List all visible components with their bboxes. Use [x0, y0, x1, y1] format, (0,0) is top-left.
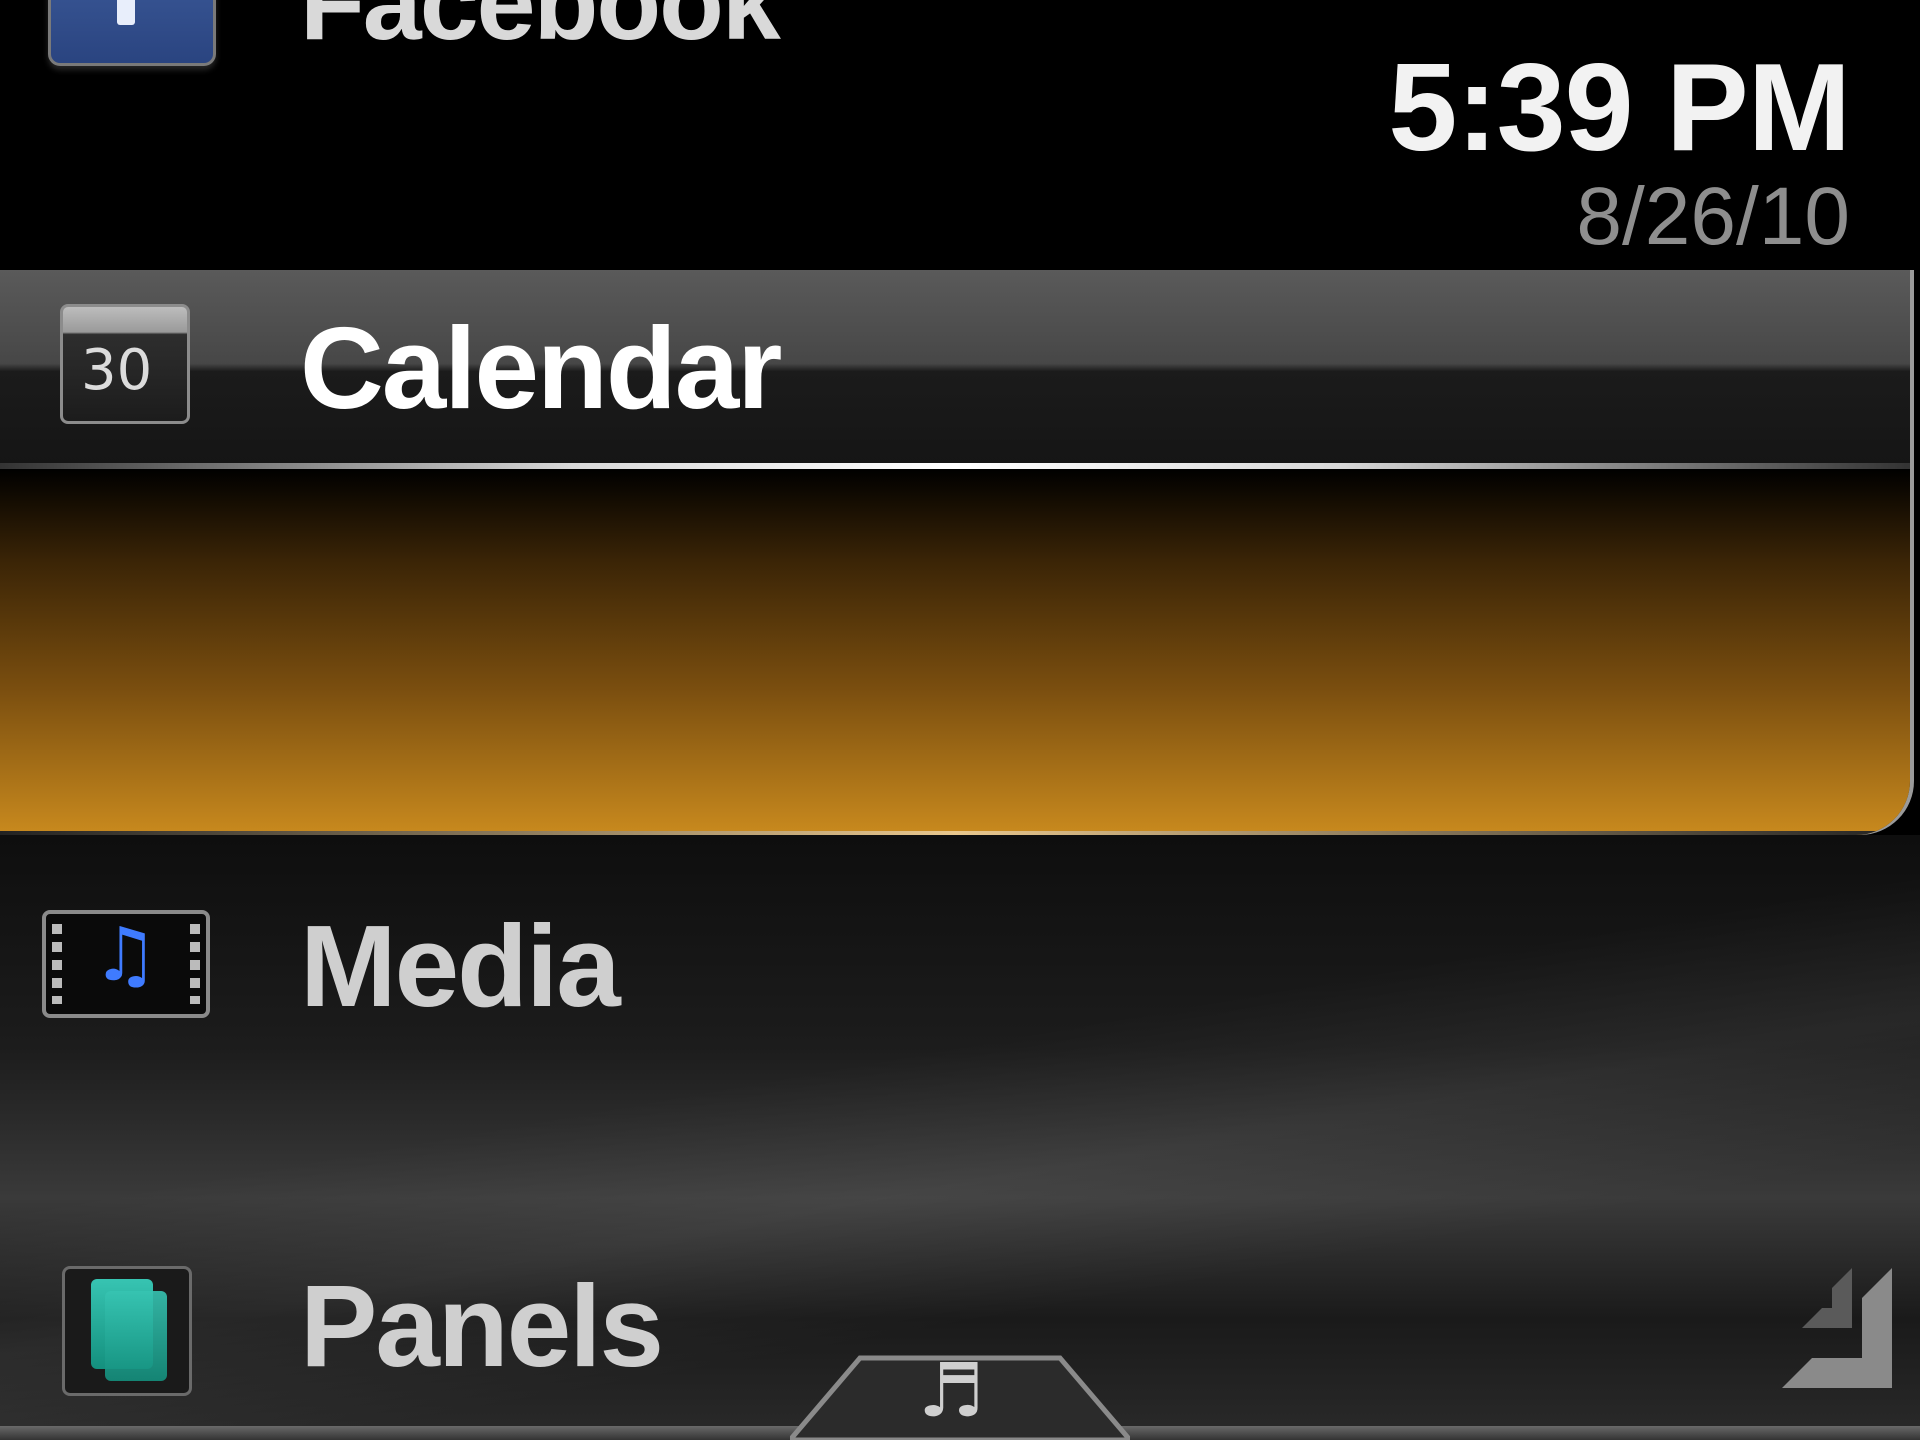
facebook-icon [48, 0, 216, 66]
music-note-icon: ♬ [918, 1348, 985, 1434]
menu-item-calendar[interactable]: 30 Calendar [0, 270, 1910, 835]
calendar-icon-day: 30 [81, 338, 153, 403]
home-screen: Facebook 5:39 PM 8/26/10 30 Calendar ♫ M… [0, 0, 1920, 1440]
menu-item-label: Facebook [300, 0, 781, 62]
menu-item-label: Calendar [300, 303, 782, 433]
expand-corner-icon[interactable] [1742, 1258, 1902, 1408]
clock-date: 8/26/10 [1576, 171, 1850, 262]
calendar-icon: 30 [60, 304, 190, 424]
menu-item-label: Panels [300, 1261, 664, 1391]
music-note-icon: ♫ [92, 912, 159, 998]
menu-item-label: Media [300, 901, 621, 1031]
clock-time: 5:39 PM [1388, 39, 1851, 177]
clock-widget: 5:39 PM 8/26/10 [1388, 39, 1851, 262]
selection-header [0, 270, 1910, 465]
panels-icon [62, 1266, 192, 1396]
media-icon: ♫ [42, 910, 210, 1018]
selection-highlight [0, 469, 1910, 835]
